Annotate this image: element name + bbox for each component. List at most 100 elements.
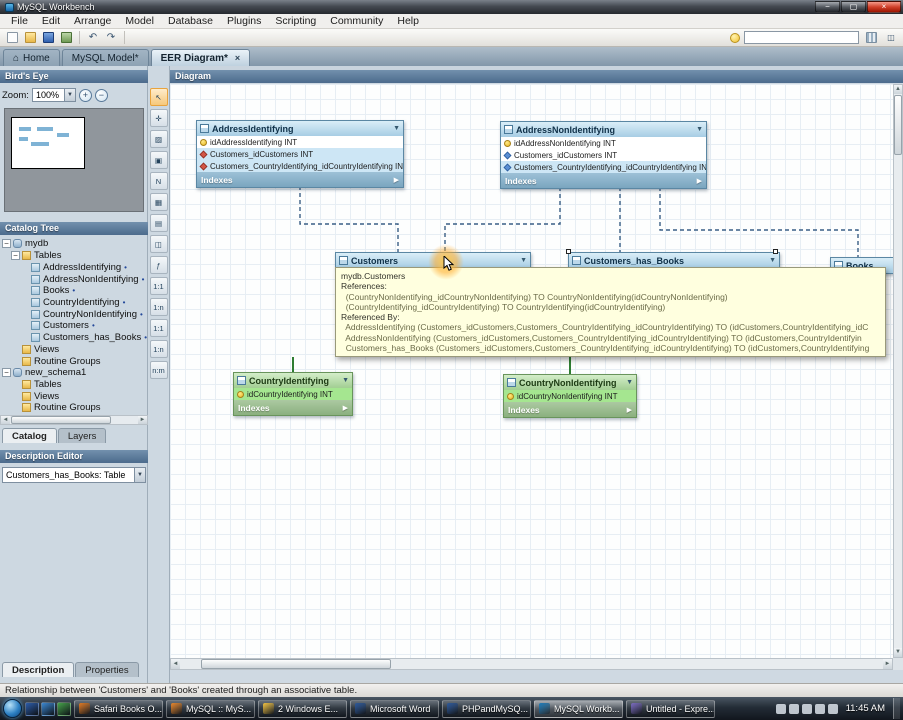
rel-1-1-non-identifying-tool[interactable]: 1:1 — [149, 277, 168, 295]
taskbar-button-microsoft-word[interactable]: Microsoft Word — [350, 699, 439, 718]
expand-arrow-icon[interactable]: ▶ — [394, 176, 399, 184]
canvas-horizontal-scrollbar[interactable]: ◄ ► — [170, 658, 893, 670]
tray-1-icon[interactable] — [775, 703, 786, 714]
show-desktop-button[interactable] — [893, 698, 900, 719]
note-tool[interactable]: N — [149, 172, 168, 190]
table-column-row[interactable]: idAddressNonIdentifying INT — [501, 137, 706, 149]
diagram-canvas[interactable]: AddressIdentifying ▼ idAddressIdentifying … — [170, 84, 893, 658]
view-tool[interactable]: ◫ — [149, 235, 168, 253]
hint-lamp-icon[interactable] — [730, 32, 740, 43]
tab-home[interactable]: ⌂ Home — [3, 49, 60, 66]
chevron-down-icon[interactable]: ▼ — [769, 257, 776, 264]
description-object-select[interactable]: Customers_has_Books: Table ▼ — [2, 467, 146, 483]
tab-layers[interactable]: Layers — [57, 428, 107, 443]
quick-launch-icon-3[interactable] — [57, 701, 71, 716]
table-addressidentifying[interactable]: AddressIdentifying ▼ idAddressIdentifying … — [196, 120, 404, 188]
select-tool[interactable]: ↖ — [149, 88, 168, 106]
zoom-select[interactable]: 100% ▼ — [31, 88, 76, 102]
image-tool[interactable]: ▦ — [149, 193, 168, 211]
table-column-row[interactable]: idCountryIdentifying INT — [234, 388, 352, 400]
relationship-line[interactable] — [299, 186, 399, 252]
table-countryidentifying[interactable]: CountryIdentifying ▼ idCountryIdentifying … — [233, 372, 353, 416]
layer-tool[interactable]: ▣ — [149, 151, 168, 169]
tree-item-countryidentifying[interactable]: CountryIdentifying • — [0, 297, 148, 309]
taskbar-button-mysql-mys[interactable]: MySQL :: MyS... — [166, 699, 255, 718]
tree-item-views[interactable]: Views — [0, 343, 148, 355]
zoom-out-button[interactable]: − — [94, 88, 108, 102]
minimize-button[interactable]: − — [815, 1, 840, 13]
chevron-down-icon[interactable]: ▼ — [342, 377, 349, 384]
menu-plugins[interactable]: Plugins — [220, 14, 268, 28]
new-file-icon[interactable] — [4, 30, 20, 45]
taskbar-button-phpandmysq[interactable]: PHPandMySQ... — [442, 699, 531, 718]
export-icon[interactable] — [58, 30, 74, 45]
tree-expander-icon[interactable]: − — [11, 251, 20, 261]
tree-item-mydb[interactable]: − mydb — [0, 238, 148, 250]
open-folder-icon[interactable] — [22, 30, 38, 45]
tree-item-countrynonidentifying[interactable]: CountryNonIdentifying • — [0, 308, 148, 320]
tab-properties[interactable]: Properties — [75, 662, 139, 677]
taskbar-button-untitled-expre[interactable]: Untitled - Expre... — [626, 699, 715, 718]
tree-item-routine-groups[interactable]: Routine Groups — [0, 355, 148, 367]
taskbar-button-mysql-workb[interactable]: MySQL Workb... — [534, 699, 623, 718]
expand-arrow-icon[interactable]: ▶ — [697, 177, 702, 185]
canvas-vertical-scrollbar[interactable]: ▲ ▼ — [893, 84, 903, 658]
table-header[interactable]: CountryNonIdentifying ▼ — [504, 375, 636, 390]
indexes-section[interactable]: Indexes ▶ — [504, 402, 636, 417]
hand-tool[interactable]: ✛ — [149, 109, 168, 127]
table-countrynonidentifying[interactable]: CountryNonIdentifying ▼ idCountryNonIdenti… — [503, 374, 637, 418]
panel-toggle-icon[interactable]: ◫ — [883, 30, 899, 45]
table-header[interactable]: AddressNonIdentifying ▼ — [501, 122, 706, 137]
tab-catalog[interactable]: Catalog — [2, 428, 57, 443]
chevron-down-icon[interactable]: ▼ — [696, 126, 703, 133]
menu-file[interactable]: File — [4, 14, 35, 28]
menu-community[interactable]: Community — [323, 14, 390, 28]
taskbar-button-safari-books-o[interactable]: Safari Books O... — [74, 699, 163, 718]
menu-arrange[interactable]: Arrange — [67, 14, 118, 28]
tree-item-books[interactable]: Books • — [0, 285, 148, 297]
rel-1-n-identifying-tool[interactable]: 1:n — [149, 340, 168, 358]
tree-expander-icon[interactable]: − — [2, 368, 11, 378]
rel-n-m-identifying-tool[interactable]: n:m — [149, 361, 168, 379]
connection-handle[interactable] — [566, 249, 571, 254]
rel-1-n-non-identifying-tool[interactable]: 1:n — [149, 298, 168, 316]
table-column-row[interactable]: idCountryNonIdentifying INT — [504, 390, 636, 402]
rel-1-1-identifying-tool[interactable]: 1:1 — [149, 319, 168, 337]
relationship-line[interactable] — [444, 187, 561, 252]
tree-item-customers-has-books[interactable]: Customers_has_Books • — [0, 332, 148, 344]
taskbar-button-2-windows-e[interactable]: 2 Windows E... — [258, 699, 347, 718]
tree-item-routine-groups[interactable]: Routine Groups — [0, 402, 148, 414]
save-icon[interactable] — [40, 30, 56, 45]
table-header[interactable]: CountryIdentifying ▼ — [234, 373, 352, 388]
tab-eer-diagram[interactable]: EER Diagram* × — [150, 49, 251, 66]
routine-group-tool[interactable]: ƒ — [149, 256, 168, 274]
tree-item-customers[interactable]: Customers • — [0, 320, 148, 332]
table-tool[interactable]: ▤ — [149, 214, 168, 232]
eraser-tool[interactable]: ▨ — [149, 130, 168, 148]
chevron-down-icon[interactable]: ▼ — [393, 125, 400, 132]
tree-item-addressnonidentifying[interactable]: AddressNonIdentifying • — [0, 273, 148, 285]
chevron-down-icon[interactable]: ▼ — [520, 257, 527, 264]
tree-item-tables[interactable]: Tables — [0, 379, 148, 391]
redo-icon[interactable]: ↷ — [103, 30, 119, 45]
table-column-row[interactable]: Customers_idCustomers INT — [197, 148, 403, 160]
menu-edit[interactable]: Edit — [35, 14, 67, 28]
start-button[interactable] — [3, 699, 22, 718]
menu-model[interactable]: Model — [118, 14, 161, 28]
toolbar-search-input[interactable] — [744, 31, 859, 44]
indexes-section[interactable]: Indexes ▶ — [197, 172, 403, 187]
indexes-section[interactable]: Indexes ▶ — [501, 173, 706, 188]
tab-mysql-model[interactable]: MySQL Model* — [61, 49, 149, 66]
table-header[interactable]: Customers_has_Books ▼ — [569, 253, 779, 268]
tree-item-addressidentifying[interactable]: AddressIdentifying • — [0, 261, 148, 273]
close-icon[interactable]: × — [235, 53, 240, 63]
tree-expander-icon[interactable]: − — [2, 239, 11, 249]
tree-item-new-schema1[interactable]: − new_schema1 — [0, 367, 148, 379]
table-column-row[interactable]: idAddressIdentifying INT — [197, 136, 403, 148]
zoom-in-button[interactable]: + — [78, 88, 92, 102]
quick-launch-icon-2[interactable] — [41, 701, 55, 716]
search-options-icon[interactable] — [863, 30, 879, 45]
tree-item-tables[interactable]: − Tables — [0, 250, 148, 262]
table-column-row[interactable]: Customers_CountryIdentifying_idCountryId… — [197, 160, 403, 172]
tab-description[interactable]: Description — [2, 662, 75, 677]
